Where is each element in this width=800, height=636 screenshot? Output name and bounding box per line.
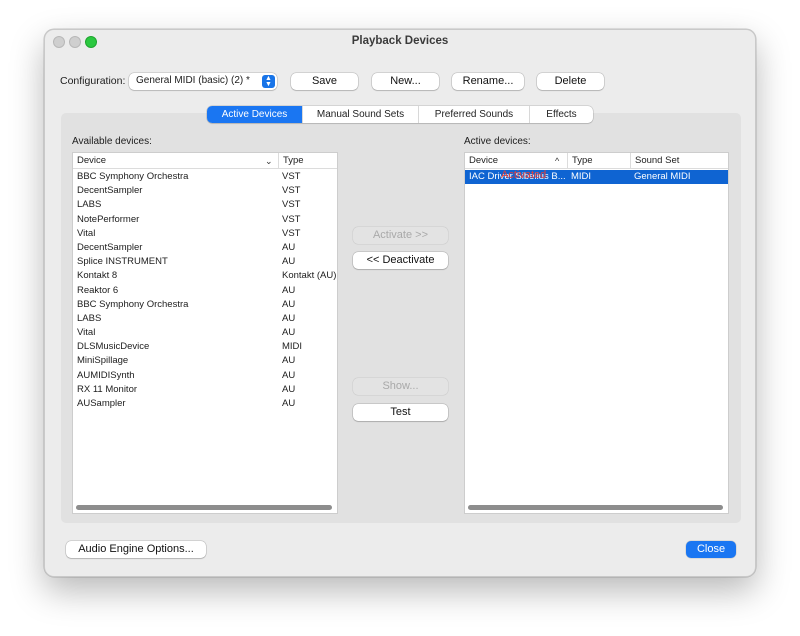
- device-type-cell: AU: [282, 284, 296, 296]
- device-name-cell: Splice INSTRUMENT: [77, 256, 168, 268]
- table-row[interactable]: Vital VST: [73, 227, 337, 241]
- device-name-cell: MiniSpillage: [77, 355, 129, 367]
- device-name-cell: DecentSampler: [77, 185, 143, 197]
- table-row[interactable]: NotePerformer VST: [73, 213, 337, 227]
- column-header-sound-set[interactable]: Sound Set: [630, 153, 728, 169]
- table-row[interactable]: Vital AU: [73, 326, 337, 340]
- device-name-cell: DLSMusicDevice: [77, 341, 150, 353]
- chevron-up-icon: ^: [555, 156, 560, 166]
- device-type-cell: MIDI: [571, 171, 592, 182]
- tab-active-devices[interactable]: Active Devices: [207, 106, 303, 123]
- configuration-value: General MIDI (basic) (2) *: [136, 75, 250, 86]
- device-type-cell: VST: [282, 171, 301, 182]
- device-type-cell: AU: [282, 327, 296, 339]
- tab-bar: Active Devices Manual Sound Sets Preferr…: [207, 106, 593, 123]
- active-table-header: Device ^ Type Sound Set: [465, 153, 728, 169]
- device-type-cell: VST: [282, 199, 301, 211]
- show-button[interactable]: Show...: [353, 378, 448, 395]
- table-row[interactable]: DecentSampler VST: [73, 184, 337, 198]
- device-name-cell: Kontakt 8: [77, 270, 118, 282]
- device-name-cell: LABS: [77, 199, 102, 211]
- new-button[interactable]: New...: [372, 73, 439, 90]
- table-row[interactable]: AUMIDISynth AU: [73, 369, 337, 383]
- deactivate-button[interactable]: << Deactivate: [353, 252, 448, 269]
- device-type-cell: AU: [282, 369, 296, 381]
- device-type-cell: MIDI: [282, 341, 303, 353]
- tab-manual-sound-sets[interactable]: Manual Sound Sets: [303, 106, 419, 123]
- device-name-cell: BBC Symphony Orchestra: [77, 298, 189, 310]
- stepper-icon[interactable]: ▲ ▼: [262, 75, 275, 88]
- table-row[interactable]: LABS VST: [73, 198, 337, 212]
- device-type-cell: VST: [282, 227, 301, 239]
- column-header-device[interactable]: Device ⌄: [73, 153, 278, 169]
- horizontal-scrollbar[interactable]: [76, 505, 332, 510]
- table-row[interactable]: MiniSpillage AU: [73, 354, 337, 368]
- device-type-cell: AU: [282, 398, 296, 409]
- device-name-cell: AUMIDISynth: [77, 369, 135, 381]
- device-type-cell: AU: [282, 383, 296, 395]
- table-row[interactable]: DecentSampler AU: [73, 241, 337, 255]
- available-devices-table[interactable]: Device ⌄ Type BBC Symphony Orchestra VST D…: [72, 152, 338, 514]
- device-type-cell: AU: [282, 256, 296, 268]
- table-row[interactable]: BBC Symphony Orchestra VST: [73, 170, 337, 184]
- device-name-cell: Vital: [77, 227, 96, 239]
- configuration-select[interactable]: General MIDI (basic) (2) * ▲ ▼: [129, 73, 277, 90]
- device-name-cell: LABS: [77, 312, 102, 324]
- device-name-cell: BBC Symphony Orchestra: [77, 171, 189, 182]
- tab-effects[interactable]: Effects: [530, 106, 593, 123]
- available-devices-list: BBC Symphony Orchestra VST DecentSampler VS…: [73, 170, 337, 411]
- playback-devices-window: Playback Devices Configuration: General …: [44, 29, 756, 577]
- device-type-cell: AU: [282, 241, 296, 253]
- window-title: Playback Devices: [351, 35, 449, 47]
- configuration-label: Configuration:: [60, 75, 126, 87]
- device-name-cell: NotePerformer: [77, 213, 140, 225]
- horizontal-scrollbar[interactable]: [468, 505, 723, 510]
- table-row[interactable]: Kontakt 8 Kontakt (AU): [73, 269, 337, 283]
- tab-preferred-sounds[interactable]: Preferred Sounds: [419, 106, 530, 123]
- device-name-cell: Reaktor 6: [77, 284, 119, 296]
- sound-set-cell: General MIDI: [634, 171, 691, 182]
- column-header-type[interactable]: Type: [278, 153, 337, 169]
- available-devices-label: Available devices:: [72, 136, 152, 147]
- table-row[interactable]: AUSampler AU: [73, 397, 337, 411]
- device-type-cell: Kontakt (AU): [282, 270, 337, 282]
- device-name-cell: AUSampler: [77, 398, 126, 409]
- activate-button[interactable]: Activate >>: [353, 227, 448, 244]
- table-row[interactable]: RX 11 Monitor AU: [73, 383, 337, 397]
- table-row[interactable]: DLSMusicDevice MIDI: [73, 340, 337, 354]
- device-type-cell: AU: [282, 355, 296, 367]
- table-row[interactable]: LABS AU: [73, 312, 337, 326]
- active-devices-table[interactable]: Device ^ Type Sound Set IAC Driver Sibel…: [464, 152, 729, 514]
- delete-button[interactable]: Delete: [537, 73, 604, 90]
- column-header-type[interactable]: Type: [567, 153, 630, 169]
- device-type-cell: AU: [282, 298, 296, 310]
- device-name-cell: RX 11 Monitor: [77, 383, 138, 395]
- chevron-down-icon: ⌄: [265, 156, 273, 166]
- audio-engine-options-button[interactable]: Audio Engine Options...: [66, 541, 206, 558]
- rename-button[interactable]: Rename...: [452, 73, 524, 90]
- test-button[interactable]: Test: [353, 404, 448, 421]
- device-type-cell: VST: [282, 185, 301, 197]
- active-devices-label: Active devices:: [464, 136, 531, 147]
- title-bar: Playback Devices: [45, 30, 755, 54]
- close-button[interactable]: Close: [686, 541, 736, 558]
- table-row[interactable]: Splice INSTRUMENT AU: [73, 255, 337, 269]
- table-row[interactable]: BBC Symphony Orchestra AU: [73, 298, 337, 312]
- device-name-cell: DecentSampler: [77, 241, 143, 253]
- activated-status-note: Activated: [501, 169, 547, 181]
- device-type-cell: VST: [282, 213, 301, 225]
- device-type-cell: AU: [282, 312, 296, 324]
- column-header-device[interactable]: Device ^: [465, 153, 567, 169]
- available-table-header: Device ⌄ Type: [73, 153, 337, 169]
- device-name-cell: Vital: [77, 327, 96, 339]
- table-row[interactable]: Reaktor 6 AU: [73, 284, 337, 298]
- save-button[interactable]: Save: [291, 73, 358, 90]
